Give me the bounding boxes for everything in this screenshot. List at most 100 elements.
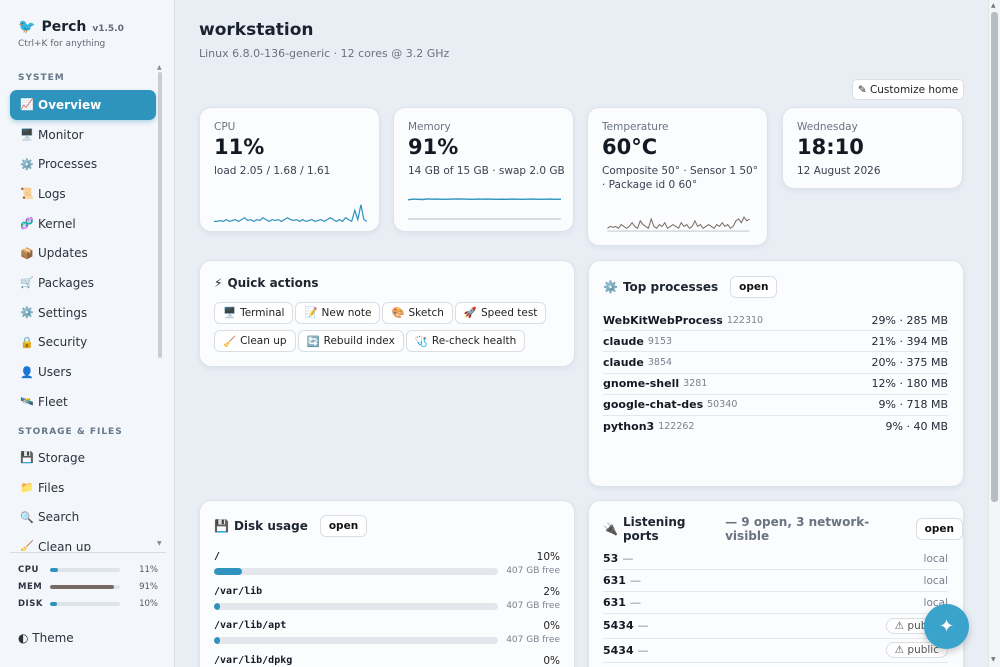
sidebar-item-settings[interactable]: ⚙️ Settings xyxy=(10,298,156,328)
list-item[interactable]: /var/lib 2% 407 GB free xyxy=(214,586,560,621)
list-item[interactable]: / 10% 407 GB free xyxy=(214,551,560,586)
quick-actions-buttons: 🖥️ Terminal 📝 New note 🎨 Sketch 🚀 Speed test 🧹 Cl… xyxy=(214,301,554,358)
cpu-card[interactable]: CPU 11% load 2.05 / 1.68 / 1.61 xyxy=(199,107,380,232)
sparkle-icon: ✦ xyxy=(938,616,955,637)
cpu-sparkline xyxy=(214,204,367,223)
table-row[interactable]: gnome-shell 3281 12% · 180 MB xyxy=(603,374,948,395)
meter-label: DISK xyxy=(18,599,43,609)
sidebar-item-icon: 🔒 xyxy=(20,335,34,349)
disk-usage-card: 💾 Disk usage open / 10% 407 GB free/var/li… xyxy=(199,500,575,667)
sidebar-item-icon: 📜 xyxy=(20,187,34,201)
sidebar-item-label: Processes xyxy=(38,157,98,172)
disk-usage-open-button[interactable]: open xyxy=(319,515,368,537)
top-processes-title: ⚙️ Top processes open xyxy=(603,276,778,298)
sidebar-item-security[interactable]: 🔒 Security xyxy=(10,328,156,358)
quick-action-re-check-health-button[interactable]: 🩺 Re-check health xyxy=(405,330,526,352)
sidebar-item-icon: 🧬 xyxy=(20,217,34,231)
temperature-sparkline xyxy=(607,216,750,232)
sidebar-item-processes[interactable]: ⚙️ Processes xyxy=(10,149,156,179)
disk-bar-fill xyxy=(214,637,220,644)
disk-path: /var/lib xyxy=(214,585,263,597)
table-row[interactable]: 631— local xyxy=(603,592,948,614)
sidebar-item-label: Monitor xyxy=(38,127,84,142)
host-subtitle: Linux 6.8.0-136-generic · 12 cores @ 3.2… xyxy=(199,47,450,60)
customize-home-button[interactable]: ✎ Customize home xyxy=(852,79,964,100)
sidebar-item-packages[interactable]: 🛒 Packages xyxy=(10,268,156,298)
disk-free: 407 GB free xyxy=(506,566,560,576)
sidebar-item-search[interactable]: 🔍 Search xyxy=(10,502,156,532)
quick-action-new-note-button[interactable]: 📝 New note xyxy=(295,301,381,324)
table-row[interactable]: WebKitWebProcess 122310 29% · 285 MB xyxy=(603,310,948,332)
sidebar-scroll-down-arrow[interactable]: ▼ xyxy=(157,540,162,547)
port-number: 631 xyxy=(603,596,626,609)
disk-bar xyxy=(214,602,498,610)
temperature-card[interactable]: Temperature 60°C Composite 50° · Sensor … xyxy=(587,107,768,246)
table-row[interactable]: 631— local xyxy=(603,570,948,592)
sidebar-scrollbar[interactable] xyxy=(158,72,162,358)
quick-action-clean-up-button[interactable]: 🧹 Clean up xyxy=(214,330,296,352)
process-name: WebKitWebProcess xyxy=(603,313,723,327)
window-scroll-up-arrow[interactable]: ▲ xyxy=(991,2,996,9)
port-number: 5434 xyxy=(603,619,634,633)
table-row[interactable]: claude 3854 20% · 375 MB xyxy=(603,352,948,374)
sidebar-item-users[interactable]: 👤 Users xyxy=(10,357,156,387)
quick-action-rebuild-index-button[interactable]: 🔄 Rebuild index xyxy=(297,330,404,352)
table-row[interactable]: python3 122262 9% · 40 MB xyxy=(603,416,948,437)
lightning-icon: ⚡ xyxy=(214,276,223,290)
sidebar-item-fleet[interactable]: 🛰️ Fleet xyxy=(10,387,156,417)
port-process: — xyxy=(629,574,641,587)
assistant-fab-button[interactable]: ✦ xyxy=(924,604,969,649)
list-item[interactable]: /var/lib/dpkg 0% xyxy=(214,655,560,667)
table-row[interactable]: 53— local xyxy=(603,548,948,570)
sidebar-item-label: Updates xyxy=(38,246,88,261)
window-scrollbar[interactable]: ▲ ▼ xyxy=(988,0,1000,667)
quick-action-terminal-button[interactable]: 🖥️ Terminal xyxy=(214,301,294,324)
disk-bar xyxy=(214,568,498,575)
table-row[interactable]: 5434— ⚠ public xyxy=(603,639,948,663)
disk-path: / xyxy=(214,551,221,562)
window-scrollbar-thumb[interactable] xyxy=(991,12,998,502)
disk-bar xyxy=(214,637,498,644)
process-pid: 9153 xyxy=(647,335,673,347)
sidebar-item-label: Users xyxy=(38,365,72,380)
brand[interactable]: 🐦 Perch v1.5.0 xyxy=(18,19,124,35)
list-item[interactable]: /var/lib/apt 0% 407 GB free xyxy=(214,620,560,655)
quick-action-icon: 🔄 xyxy=(306,335,320,348)
sidebar-item-monitor[interactable]: 🖥️ Monitor xyxy=(10,120,156,150)
sidebar-item-storage[interactable]: 💾 Storage xyxy=(10,443,156,473)
disk-percent: 0% xyxy=(543,620,560,632)
port-number: 5434 xyxy=(603,643,634,657)
quick-action-icon: 🩺 xyxy=(414,335,428,348)
sidebar-item-kernel[interactable]: 🧬 Kernel xyxy=(10,209,156,239)
table-row[interactable]: 5434— ⚠ public xyxy=(603,614,948,639)
sidebar-scroll-up-arrow[interactable]: ▲ xyxy=(157,64,162,71)
theme-toggle[interactable]: ◐ Theme xyxy=(18,631,74,645)
disk-path: /var/lib/dpkg xyxy=(214,654,293,666)
quick-action-speed-test-button[interactable]: 🚀 Speed test xyxy=(454,301,547,324)
port-scope-badge: local xyxy=(923,574,948,587)
memory-card[interactable]: Memory 91% 14 GB of 15 GB · swap 2.0 GB xyxy=(393,107,574,232)
sidebar-item-icon: 🔍 xyxy=(20,510,34,524)
sidebar-item-clean-up[interactable]: 🧹 Clean up xyxy=(10,532,156,551)
top-processes-open-button[interactable]: open xyxy=(730,276,778,298)
process-name: claude xyxy=(603,334,644,348)
sidebar-item-updates[interactable]: 📦 Updates xyxy=(10,238,156,268)
disk-percent: 0% xyxy=(543,654,560,667)
temperature-value: 60°C xyxy=(602,135,658,159)
table-row[interactable]: google-chat-des 50340 9% · 718 MB xyxy=(603,395,948,416)
process-name: gnome-shell xyxy=(603,377,680,391)
window-scroll-down-arrow[interactable]: ▼ xyxy=(991,656,996,663)
disk-path: /var/lib/apt xyxy=(214,620,287,631)
quick-action-sketch-button[interactable]: 🎨 Sketch xyxy=(382,301,453,324)
command-hint: Ctrl+K for anything xyxy=(18,39,106,49)
sidebar-item-icon: 🛒 xyxy=(20,276,34,290)
temperature-label: Temperature xyxy=(602,121,669,133)
port-process: — xyxy=(637,643,649,657)
quick-action-label: Speed test xyxy=(480,306,538,319)
listening-ports-open-button[interactable]: open xyxy=(915,518,963,540)
sidebar-item-icon: ⚙️ xyxy=(20,306,34,320)
sidebar-item-files[interactable]: 📁 Files xyxy=(10,473,156,503)
table-row[interactable]: claude 9153 21% · 394 MB xyxy=(603,331,948,353)
sidebar-item-logs[interactable]: 📜 Logs xyxy=(10,179,156,209)
sidebar-item-overview[interactable]: 📈 Overview xyxy=(10,90,156,120)
